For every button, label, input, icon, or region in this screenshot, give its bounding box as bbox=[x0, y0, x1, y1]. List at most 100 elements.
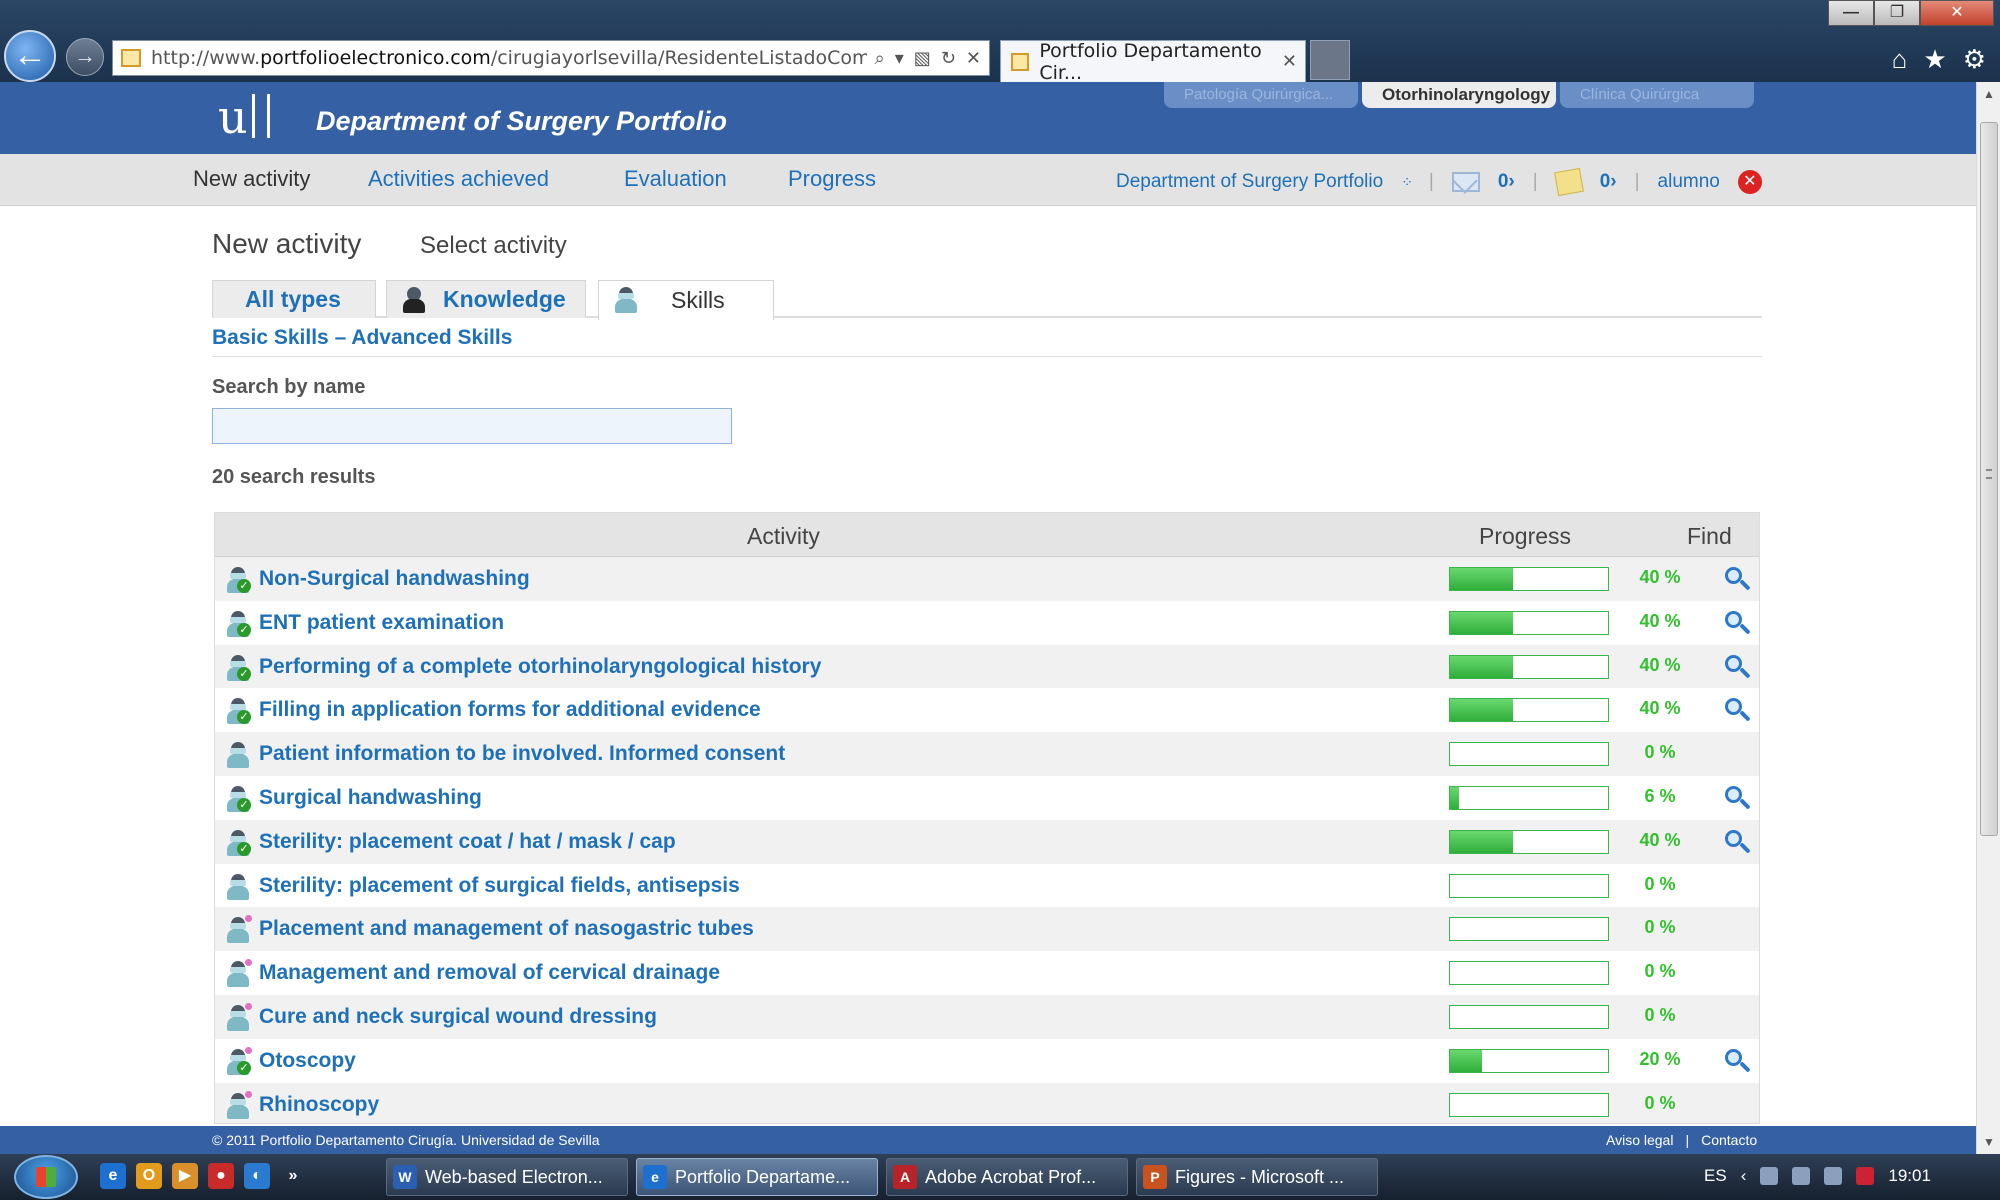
skill-level-breadcrumb[interactable]: Basic Skills – Advanced Skills bbox=[212, 326, 512, 350]
progress-percent: 20 % bbox=[1639, 1048, 1681, 1069]
restore-button[interactable]: ❐ bbox=[1874, 0, 1920, 26]
activity-link[interactable]: Otoscopy bbox=[259, 1049, 356, 1073]
search-icon[interactable]: ⌕ bbox=[875, 48, 885, 69]
user-name[interactable]: alumno bbox=[1658, 171, 1720, 193]
scroll-up-arrow[interactable]: ▲ bbox=[1977, 82, 2000, 106]
start-button[interactable] bbox=[14, 1155, 78, 1199]
nav-activities-achieved[interactable]: Activities achieved bbox=[368, 166, 549, 192]
powerpoint-icon: P bbox=[1143, 1165, 1167, 1189]
progress-percent: 0 % bbox=[1644, 961, 1676, 982]
legal-link[interactable]: Aviso legal bbox=[1606, 1132, 1673, 1148]
activity-link[interactable]: Sterility: placement of surgical fields,… bbox=[259, 874, 740, 898]
activity-link[interactable]: Non-Surgical handwashing bbox=[259, 567, 530, 591]
subject-tab-clinica[interactable]: Clínica Quirúrgica bbox=[1560, 82, 1754, 108]
activity-link[interactable]: Sterility: placement coat / hat / mask /… bbox=[259, 830, 676, 854]
favorites-star-icon[interactable]: ★ bbox=[1923, 44, 1946, 75]
task-word[interactable]: W Web-based Electron... bbox=[386, 1158, 628, 1196]
compatibility-icon[interactable]: ▧ bbox=[914, 48, 931, 69]
nav-evaluation[interactable]: Evaluation bbox=[624, 166, 727, 192]
stop-icon[interactable]: ✕ bbox=[966, 48, 981, 69]
close-window-button[interactable]: ✕ bbox=[1920, 0, 1994, 26]
table-row: ✓ Sterility: placement coat / hat / mask … bbox=[215, 819, 1759, 864]
progress-fill bbox=[1450, 830, 1514, 853]
scroll-down-arrow[interactable]: ▼ bbox=[1977, 1130, 2000, 1154]
column-find[interactable]: Find bbox=[1687, 523, 1732, 550]
task-powerpoint[interactable]: P Figures - Microsoft ... bbox=[1136, 1158, 1378, 1196]
tab-all-types[interactable]: All types bbox=[212, 280, 376, 318]
column-activity[interactable]: Activity bbox=[747, 523, 820, 550]
contact-link[interactable]: Contacto bbox=[1701, 1132, 1757, 1148]
mail-icon[interactable] bbox=[1451, 172, 1480, 192]
tray-volume-muted-icon[interactable] bbox=[1856, 1167, 1875, 1185]
find-magnifier-icon[interactable] bbox=[1723, 565, 1753, 593]
find-magnifier-icon[interactable] bbox=[1723, 1047, 1753, 1075]
activity-link[interactable]: Rhinoscopy bbox=[259, 1093, 379, 1117]
tab-skills[interactable]: Skills bbox=[598, 280, 774, 320]
forward-button[interactable]: → bbox=[66, 38, 104, 76]
activity-link[interactable]: Management and removal of cervical drain… bbox=[259, 961, 720, 985]
messages-count[interactable]: 0› bbox=[1498, 171, 1515, 193]
logout-icon[interactable]: ✕ bbox=[1737, 170, 1762, 194]
activity-link[interactable]: Placement and management of nasogastric … bbox=[259, 917, 754, 941]
refresh-icon[interactable]: ↻ bbox=[941, 48, 956, 69]
task-browser[interactable]: e Portfolio Departame... bbox=[636, 1158, 878, 1196]
skill-avatar-icon: ✓ bbox=[227, 785, 251, 812]
activity-link[interactable]: Filling in application forms for additio… bbox=[259, 698, 761, 722]
tab-knowledge[interactable]: Knowledge bbox=[386, 280, 586, 318]
home-icon[interactable]: ⌂ bbox=[1892, 44, 1908, 75]
progress-percent: 6 % bbox=[1644, 785, 1676, 806]
tray-power-icon[interactable] bbox=[1824, 1167, 1843, 1185]
window-controls: — ❐ ✕ bbox=[1828, 0, 1994, 26]
column-progress[interactable]: Progress bbox=[1479, 523, 1571, 550]
find-magnifier-icon[interactable] bbox=[1723, 609, 1753, 637]
clock[interactable]: 19:01 bbox=[1888, 1166, 1931, 1186]
tab-page-icon bbox=[1011, 52, 1030, 71]
find-magnifier-icon[interactable] bbox=[1723, 653, 1753, 681]
back-button[interactable]: ← bbox=[4, 30, 56, 82]
find-magnifier-icon[interactable] bbox=[1723, 784, 1753, 812]
activity-link[interactable]: Performing of a complete otorhinolaryngo… bbox=[259, 655, 821, 679]
notes-icon[interactable] bbox=[1553, 167, 1584, 197]
settings-gear-icon[interactable]: ⚙ bbox=[1963, 44, 1986, 75]
browser-tab-active[interactable]: Portfolio Departamento Cir... ✕ bbox=[1000, 40, 1306, 84]
progress-percent: 40 % bbox=[1639, 829, 1681, 850]
menu-dots-icon[interactable]: ⁘ bbox=[1401, 174, 1413, 191]
tray-expand-icon[interactable]: ‹ bbox=[1741, 1166, 1747, 1186]
subject-tab-otorhinolaryngology[interactable]: Otorhinolaryngology bbox=[1362, 82, 1556, 108]
url-text[interactable]: http://www.portfolioelectronico.com/ciru… bbox=[151, 47, 867, 69]
progress-percent: 40 % bbox=[1639, 654, 1681, 675]
tray-app-icon[interactable] bbox=[1760, 1167, 1779, 1185]
scroll-thumb[interactable] bbox=[1980, 122, 1998, 836]
search-input[interactable] bbox=[212, 408, 732, 444]
overflow-chevron-icon[interactable]: » bbox=[280, 1163, 306, 1189]
find-magnifier-icon[interactable] bbox=[1723, 828, 1753, 856]
page-scrollbar[interactable]: ▲ ▼ bbox=[1976, 82, 2000, 1154]
page-subtitle: Select activity bbox=[420, 232, 567, 259]
task-acrobat[interactable]: A Adobe Acrobat Prof... bbox=[886, 1158, 1128, 1196]
table-body: ✓ Non-Surgical handwashing 40 % ✓ ENT patien… bbox=[215, 557, 1759, 1123]
activity-link[interactable]: Surgical handwashing bbox=[259, 786, 482, 810]
find-magnifier-icon[interactable] bbox=[1723, 696, 1753, 724]
nav-new-activity[interactable]: New activity bbox=[193, 166, 310, 192]
activity-link[interactable]: ENT patient examination bbox=[259, 611, 504, 635]
minimize-button[interactable]: — bbox=[1828, 0, 1874, 26]
media-player-icon[interactable]: ▶ bbox=[172, 1163, 198, 1189]
progress-bar bbox=[1449, 742, 1609, 767]
ie-icon[interactable]: e bbox=[100, 1163, 126, 1189]
nav-progress[interactable]: Progress bbox=[788, 166, 876, 192]
progress-bar bbox=[1449, 917, 1609, 942]
activity-link[interactable]: Patient information to be involved. Info… bbox=[259, 742, 785, 766]
new-tab-button[interactable] bbox=[1310, 40, 1350, 80]
outlook-icon[interactable]: O bbox=[136, 1163, 162, 1189]
messenger-icon[interactable]: ◐ bbox=[244, 1163, 270, 1189]
tab-close-icon[interactable]: ✕ bbox=[1282, 51, 1297, 72]
portfolio-link[interactable]: Department of Surgery Portfolio bbox=[1116, 171, 1383, 193]
language-indicator[interactable]: ES bbox=[1704, 1166, 1727, 1186]
subject-tab-patologia[interactable]: Patología Quirúrgica... bbox=[1164, 82, 1358, 108]
notes-count[interactable]: 0› bbox=[1600, 171, 1617, 193]
dropdown-icon[interactable]: ▾ bbox=[895, 48, 904, 69]
address-bar[interactable]: http://www.portfolioelectronico.com/ciru… bbox=[112, 40, 990, 76]
app-icon[interactable]: ● bbox=[208, 1163, 234, 1189]
tray-network-icon[interactable] bbox=[1792, 1167, 1811, 1185]
activity-link[interactable]: Cure and neck surgical wound dressing bbox=[259, 1005, 657, 1029]
